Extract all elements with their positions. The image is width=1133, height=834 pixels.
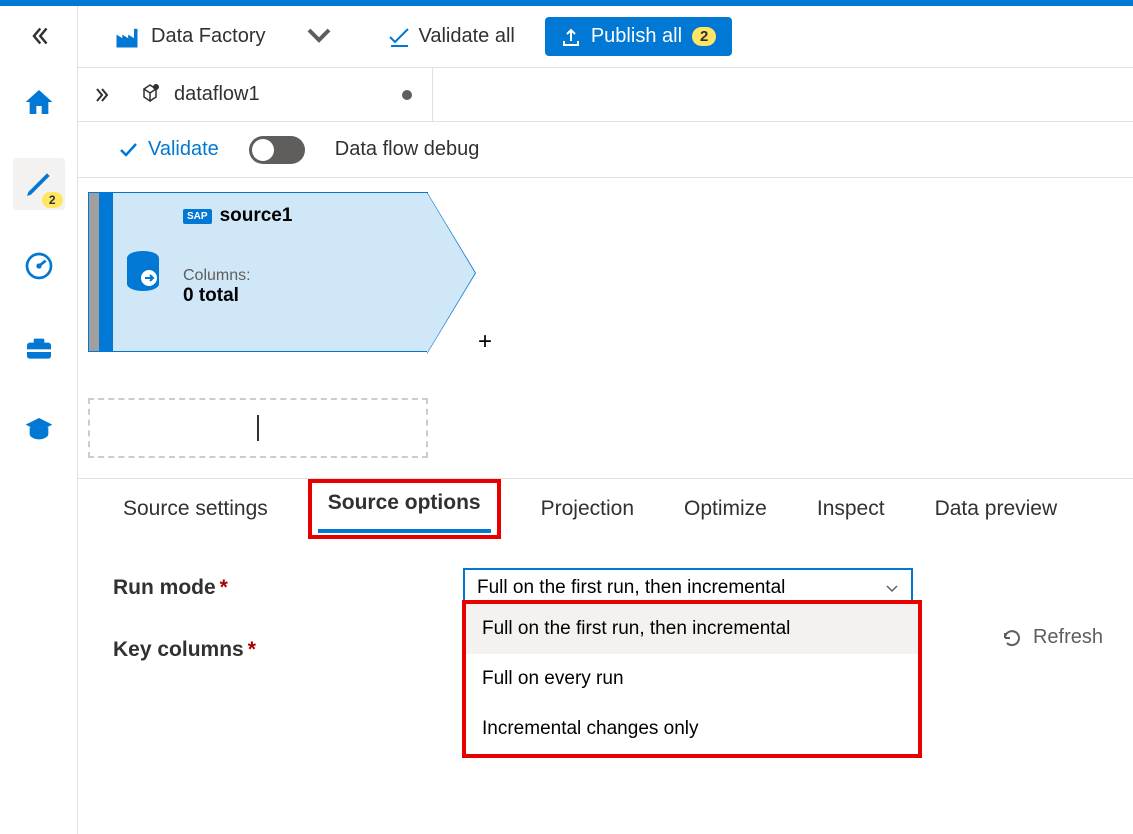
collapse-nav-icon[interactable] [29, 26, 49, 46]
database-source-icon [123, 248, 163, 296]
author-badge: 2 [42, 192, 63, 208]
debug-toggle[interactable] [249, 136, 305, 164]
factory-icon [113, 23, 141, 51]
columns-value: 0 total [183, 285, 417, 307]
publish-all-button[interactable]: Publish all 2 [545, 17, 733, 56]
run-mode-value: Full on the first run, then incremental [477, 577, 785, 599]
run-mode-label: Run mode* [113, 576, 463, 600]
debug-label: Data flow debug [335, 138, 480, 161]
chevron-down-icon [305, 20, 333, 53]
highlight-box: Source options [308, 479, 501, 539]
placeholder-node[interactable] [88, 398, 428, 458]
node-icon-col [113, 193, 173, 351]
dataflow-icon [138, 83, 162, 107]
graduation-icon [23, 414, 55, 446]
run-mode-option-1[interactable]: Full on every run [466, 654, 918, 704]
factory-label: Data Factory [151, 25, 265, 48]
tab-projection[interactable]: Projection [531, 491, 644, 527]
run-mode-option-0[interactable]: Full on the first run, then incremental [466, 604, 918, 654]
top-toolbar: Data Factory Validate all Publish all 2 [78, 6, 1133, 68]
columns-label: Columns: [183, 267, 417, 285]
sap-badge-icon: SAP [183, 209, 212, 224]
tab-row: dataflow1 [78, 68, 1133, 122]
toolbox-icon [23, 332, 55, 364]
home-icon [23, 86, 55, 118]
tab-data-preview[interactable]: Data preview [925, 491, 1068, 527]
checkmark-stack-icon [388, 26, 410, 48]
tab-source-options[interactable]: Source options [318, 485, 491, 521]
source-options-form: Run mode* Full on the first run, then in… [78, 538, 1133, 722]
nav-manage[interactable] [13, 322, 65, 374]
sub-toolbar: Validate Data flow debug [78, 122, 1133, 178]
run-mode-dropdown-list: Full on the first run, then incremental … [462, 600, 922, 758]
nav-home[interactable] [13, 76, 65, 128]
validate-button[interactable]: Validate [118, 138, 219, 161]
refresh-button[interactable]: Refresh [1001, 626, 1103, 649]
main-area: Data Factory Validate all Publish all 2 … [78, 6, 1133, 834]
key-columns-label: Key columns* [113, 638, 463, 662]
tab-source-settings[interactable]: Source settings [113, 491, 278, 527]
validate-all-button[interactable]: Validate all [388, 25, 514, 48]
tab-inspect[interactable]: Inspect [807, 491, 895, 527]
factory-selector[interactable]: Data Factory [113, 20, 333, 53]
run-mode-option-2[interactable]: Incremental changes only [466, 704, 918, 754]
refresh-icon [1001, 627, 1023, 649]
nav-learn[interactable] [13, 404, 65, 456]
source-node[interactable]: SAP source1 Columns: 0 total [88, 192, 428, 352]
chevron-down-icon [885, 581, 899, 595]
dataflow-canvas[interactable]: SAP source1 Columns: 0 total + [78, 178, 1133, 478]
gauge-icon [23, 250, 55, 282]
expand-tabs-icon[interactable] [88, 87, 118, 103]
nav-author[interactable]: 2 [13, 158, 65, 210]
node-title: source1 [220, 205, 293, 227]
unsaved-dot-icon [402, 90, 412, 100]
checkmark-icon [118, 140, 138, 160]
add-transform-button[interactable]: + [478, 328, 492, 356]
tab-dataflow1[interactable]: dataflow1 [118, 68, 433, 121]
left-nav: 2 [0, 6, 78, 834]
upload-icon [561, 27, 581, 47]
node-content: SAP source1 Columns: 0 total [173, 193, 427, 351]
node-grey-bar [89, 193, 99, 351]
nav-monitor[interactable] [13, 240, 65, 292]
publish-badge: 2 [692, 27, 716, 46]
tab-name: dataflow1 [174, 83, 260, 106]
node-blue-bar [99, 193, 113, 351]
tab-optimize[interactable]: Optimize [674, 491, 777, 527]
bottom-tabs: Source settings Source options Projectio… [78, 478, 1133, 538]
